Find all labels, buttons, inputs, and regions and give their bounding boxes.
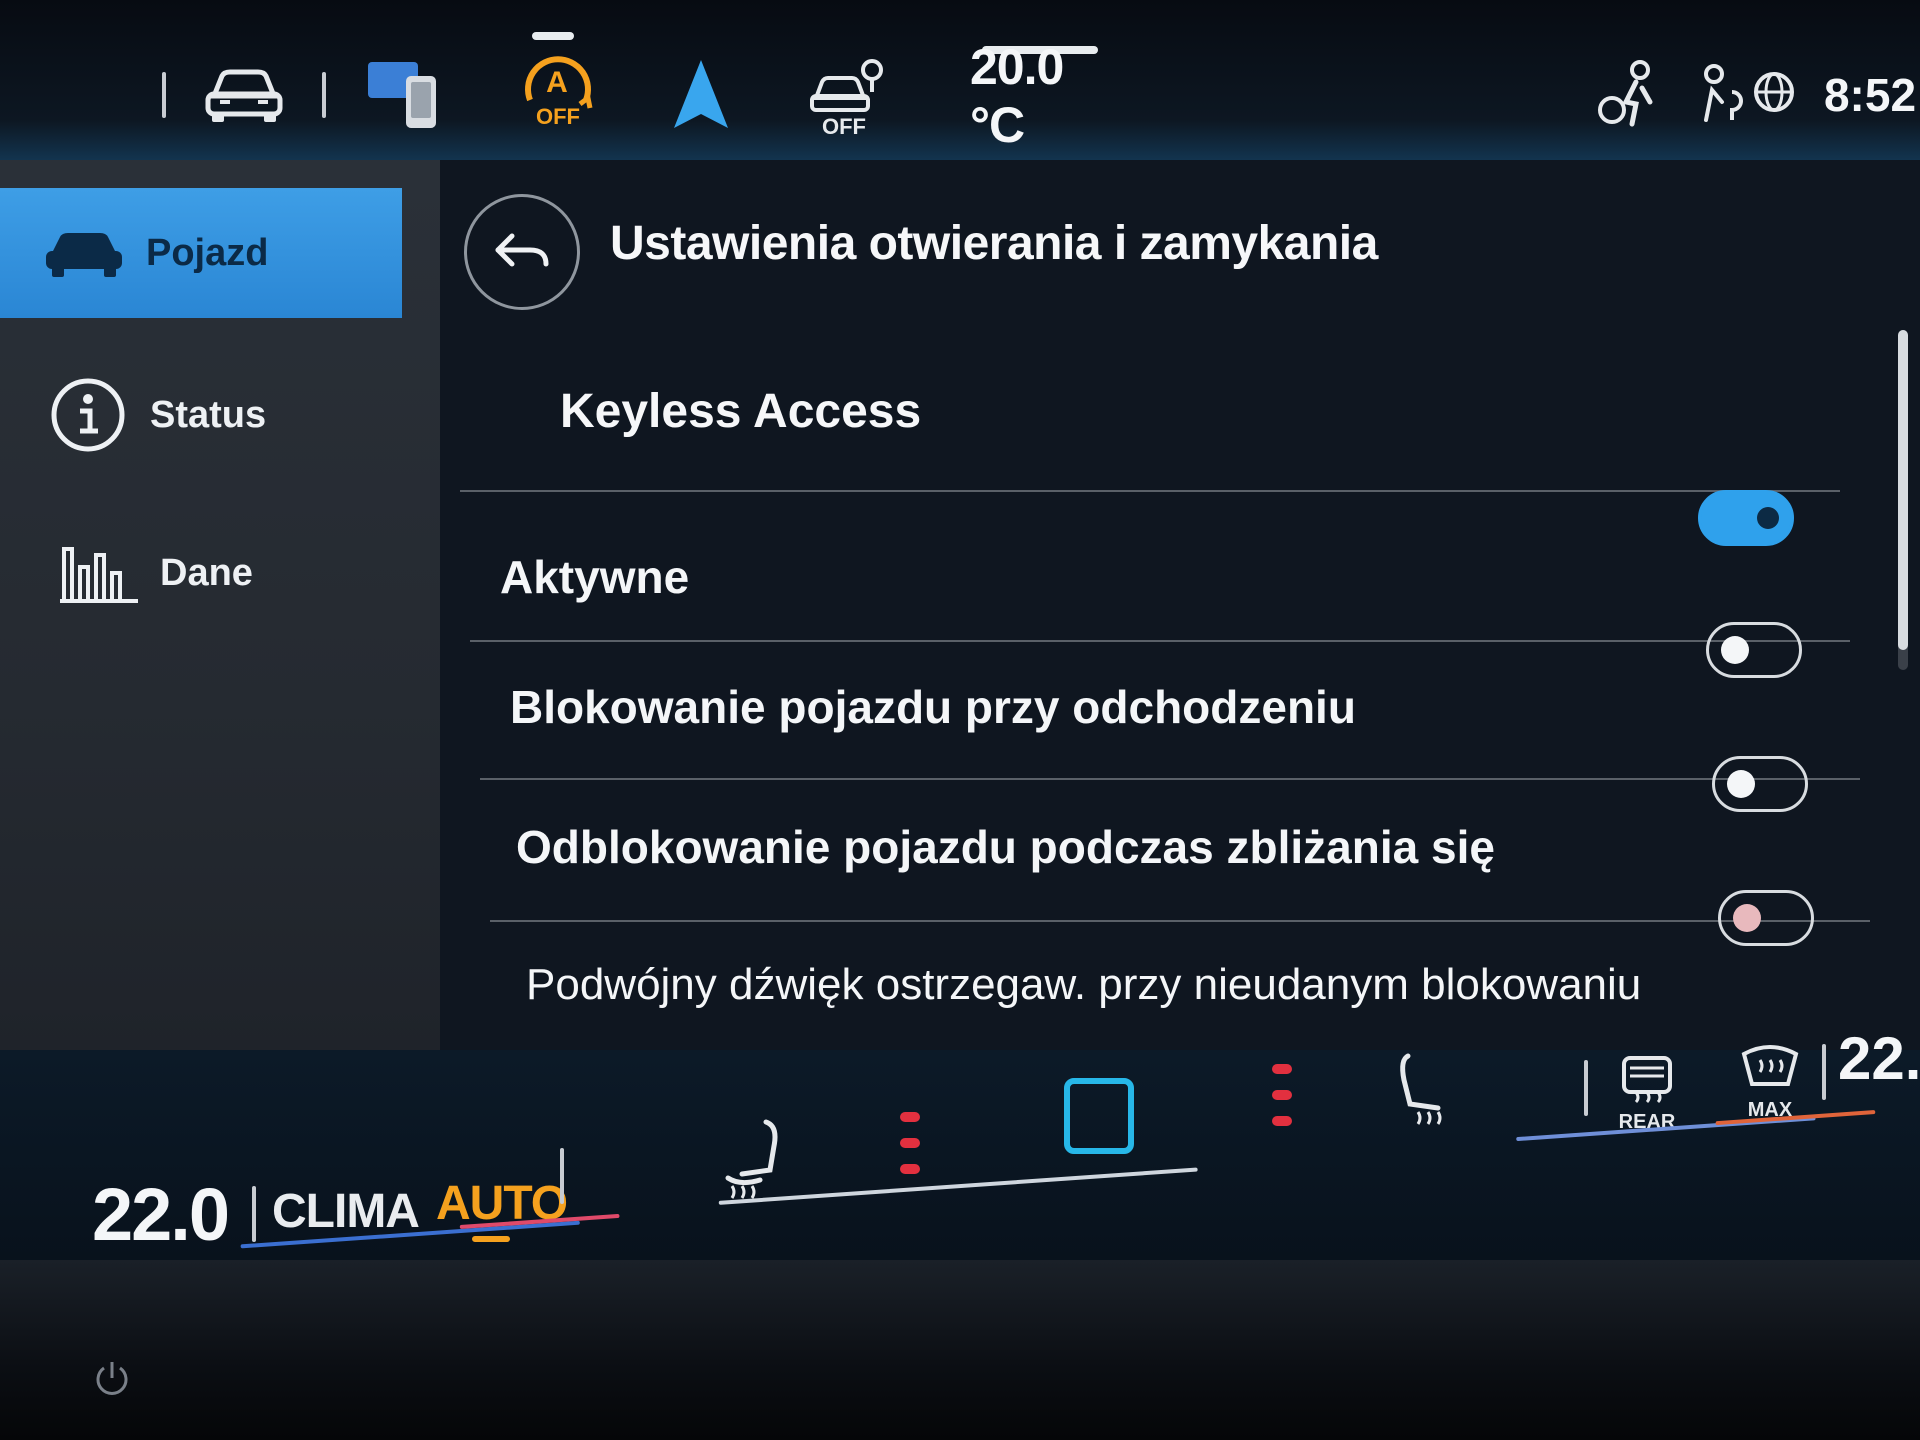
info-icon bbox=[50, 377, 126, 453]
sidebar-item-label: Status bbox=[150, 393, 267, 436]
bar-chart-icon bbox=[60, 543, 140, 603]
divider bbox=[470, 640, 1850, 642]
sidebar-item-label: Pojazd bbox=[146, 231, 269, 274]
svg-text:A: A bbox=[546, 66, 568, 99]
toggle-unlock-approach[interactable] bbox=[1712, 756, 1808, 812]
outside-temperature: 20.0 °C bbox=[970, 39, 1064, 153]
toggle-knob bbox=[1721, 636, 1749, 664]
auto-hold-off-icon[interactable]: A OFF bbox=[516, 48, 598, 130]
navigation-icon[interactable] bbox=[672, 58, 730, 130]
svg-text:OFF: OFF bbox=[822, 114, 866, 136]
sidebar-item-dane[interactable]: Dane bbox=[0, 508, 402, 638]
car-icon bbox=[44, 227, 124, 279]
active-indicator bbox=[532, 32, 574, 40]
apps-grid-icon[interactable] bbox=[20, 66, 132, 122]
section-header: Keyless Access bbox=[560, 385, 922, 438]
separator bbox=[322, 72, 326, 118]
divider bbox=[460, 490, 1840, 492]
settings-panel: Ustawienia otwierania i zamykania Keyles… bbox=[440, 160, 1920, 1170]
car-icon[interactable] bbox=[204, 62, 284, 124]
toggle-knob bbox=[1733, 904, 1761, 932]
sidebar-item-pojazd[interactable]: Pojazd bbox=[0, 188, 402, 318]
page-title: Ustawienia otwierania i zamykania bbox=[610, 217, 1378, 270]
setting-label-unlock-approach: Odblokowanie pojazdu podczas zbliżania s… bbox=[516, 821, 1495, 873]
phone-projection-icon[interactable] bbox=[366, 54, 442, 132]
setting-label-lock-walk-away: Blokowanie pojazdu przy odchodzeniu bbox=[510, 681, 1356, 733]
slider-segment bbox=[240, 1220, 580, 1249]
dashboard-bezel bbox=[0, 1260, 1920, 1440]
setting-label-aktywne: Aktywne bbox=[500, 551, 690, 603]
clock: 8:52 bbox=[1823, 69, 1917, 121]
status-bar: A OFF OFF 20.0 °C 8:52 bbox=[0, 0, 1920, 160]
sidebar-item-status[interactable]: Status bbox=[0, 350, 402, 480]
svg-text:OFF: OFF bbox=[536, 104, 580, 129]
setting-label-double-warning: Podwójny dźwięk ostrzegaw. przy nieudany… bbox=[526, 960, 1642, 1009]
sidebar-item-label: Dane bbox=[160, 551, 253, 594]
back-arrow-icon bbox=[495, 233, 549, 267]
slider-segment bbox=[1715, 1110, 1876, 1126]
toggle-knob bbox=[1757, 507, 1779, 529]
seat-heat-level-right bbox=[1270, 1060, 1294, 1140]
divider bbox=[490, 920, 1870, 922]
assist-off-icon[interactable]: OFF bbox=[808, 58, 888, 136]
toggle-knob bbox=[1727, 770, 1755, 798]
slider-segment bbox=[718, 1167, 1198, 1205]
location-person-icon[interactable] bbox=[1696, 62, 1746, 126]
passenger-temperature[interactable]: 22. bbox=[1838, 1024, 1920, 1093]
divider bbox=[480, 778, 1860, 780]
separator bbox=[1584, 1060, 1588, 1116]
globe-icon[interactable] bbox=[1752, 70, 1796, 114]
back-button[interactable] bbox=[464, 194, 580, 310]
scrollbar[interactable] bbox=[1898, 330, 1908, 670]
power-icon[interactable] bbox=[92, 1358, 132, 1398]
toggle-aktywne[interactable] bbox=[1698, 490, 1794, 546]
separator bbox=[162, 72, 166, 118]
seat-ventilation-right-icon[interactable] bbox=[1396, 1050, 1456, 1130]
toggle-lock-walk-away[interactable] bbox=[1706, 622, 1802, 678]
scrollbar-thumb[interactable] bbox=[1898, 330, 1908, 650]
person-profile-icon[interactable] bbox=[1596, 58, 1660, 130]
settings-sidebar: Pojazd Status Dane bbox=[0, 160, 440, 1150]
infotainment-screen: A OFF OFF 20.0 °C 8:52 Pojazd Status Dan… bbox=[0, 0, 1920, 1280]
toggle-double-warning[interactable] bbox=[1718, 890, 1814, 946]
separator bbox=[1822, 1044, 1826, 1100]
